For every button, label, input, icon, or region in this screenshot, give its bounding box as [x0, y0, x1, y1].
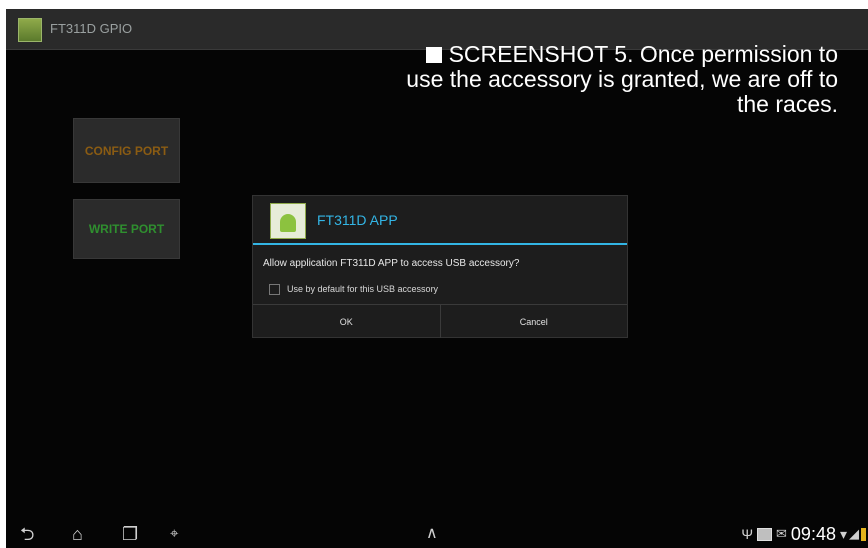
system-navigation-bar: ⮌ ⌂ ❐ ⌖ ∧ Ψ ✉ 09:48 ▾ ◢	[6, 520, 868, 548]
ok-button[interactable]: OK	[253, 305, 440, 338]
use-by-default-checkbox[interactable]	[269, 284, 280, 295]
chevron-up-icon[interactable]: ∧	[426, 523, 438, 545]
screenshot-icon[interactable]: ⌖	[170, 523, 178, 545]
home-icon[interactable]: ⌂	[72, 523, 83, 545]
dialog-header: FT311D APP	[253, 196, 627, 242]
mail-icon: ✉	[776, 526, 787, 541]
caption-text: SCREENSHOT 5. Once permission to use the…	[406, 41, 838, 117]
signal-icon: ◢	[849, 526, 859, 541]
caption-square-icon	[425, 47, 442, 63]
battery-icon	[861, 527, 866, 541]
screenshot-caption: SCREENSHOT 5. Once permission to use the…	[398, 42, 838, 117]
android-app-icon	[270, 203, 306, 239]
image-notification-icon	[757, 527, 773, 541]
use-by-default-label[interactable]: Use by default for this USB accessory	[287, 284, 438, 294]
dialog-divider	[253, 243, 627, 245]
usb-icon: Ψ	[741, 526, 754, 542]
wifi-icon: ▾	[839, 525, 847, 542]
app-title: FT311D GPIO	[50, 21, 133, 36]
cancel-button[interactable]: Cancel	[439, 305, 628, 338]
dialog-message: Allow application FT311D APP to access U…	[263, 258, 520, 269]
dialog-button-bar: OK Cancel	[253, 304, 627, 338]
status-time: 09:48	[790, 523, 836, 544]
write-port-button[interactable]: WRITE PORT	[73, 199, 180, 259]
tablet-screen: FT311D GPIO SCREENSHOT 5. Once permissio…	[6, 9, 868, 548]
dialog-title: FT311D APP	[317, 212, 398, 228]
app-icon	[18, 18, 42, 42]
config-port-button[interactable]: CONFIG PORT	[73, 118, 180, 183]
back-icon[interactable]: ⮌	[20, 523, 34, 545]
status-area[interactable]: Ψ ✉ 09:48 ▾ ◢	[741, 522, 868, 546]
usb-permission-dialog: FT311D APP Allow application FT311D APP …	[252, 195, 628, 338]
recent-apps-icon[interactable]: ❐	[122, 523, 138, 545]
